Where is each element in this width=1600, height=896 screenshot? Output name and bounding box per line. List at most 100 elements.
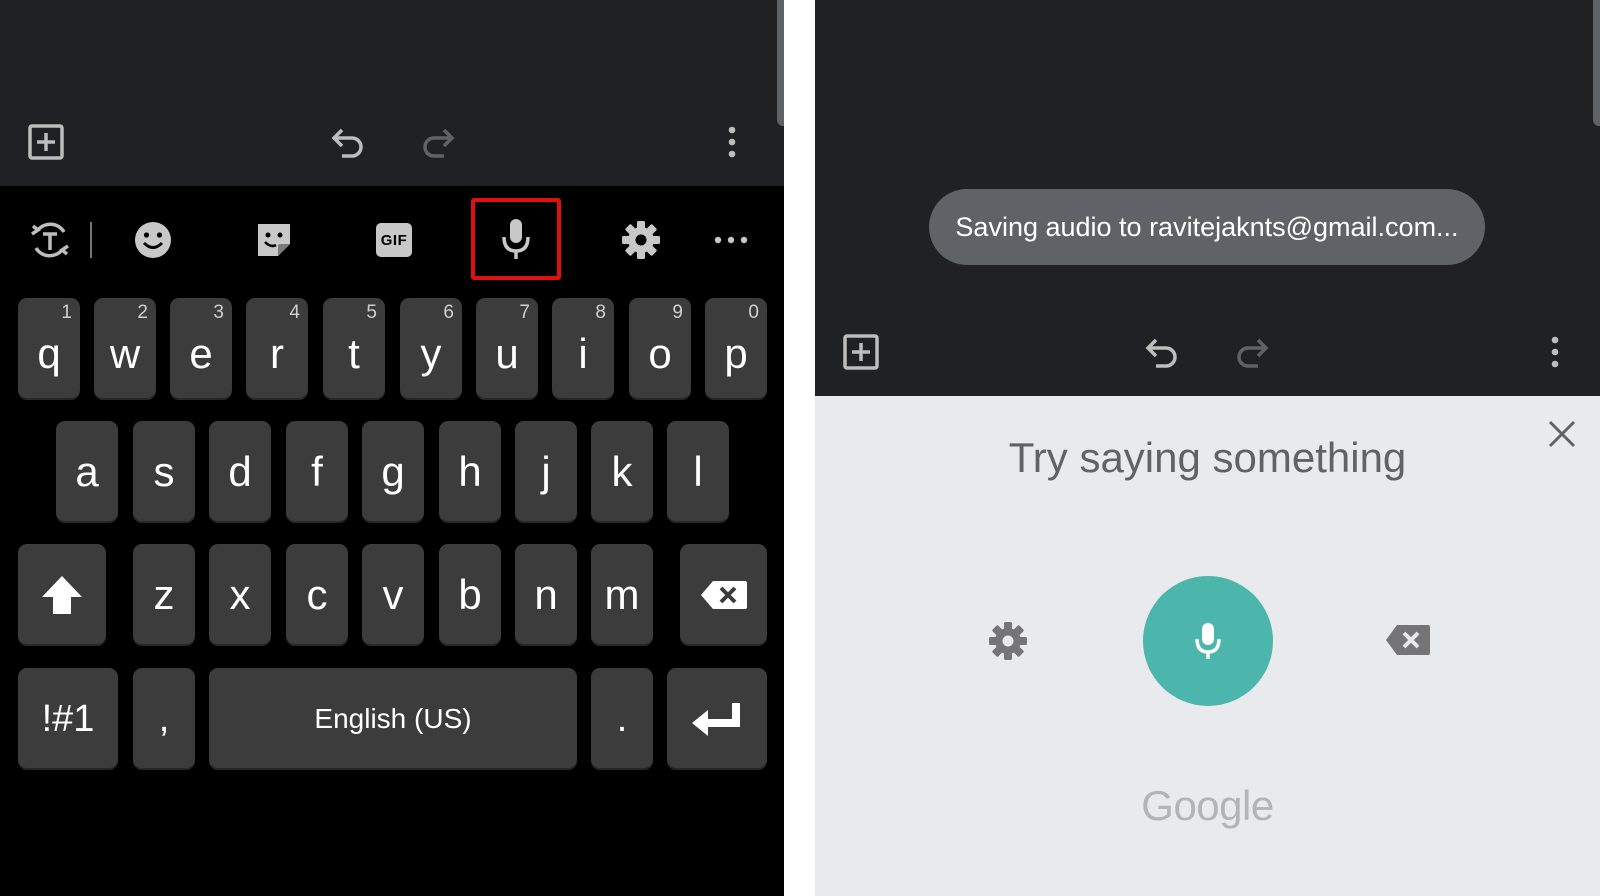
comma-key-label: , — [158, 697, 170, 740]
more-vert-icon[interactable] — [1543, 330, 1567, 374]
key-number: 0 — [748, 302, 759, 323]
key-letter: q — [37, 330, 61, 377]
key-number: 3 — [213, 302, 224, 323]
key-letter: c — [306, 571, 328, 618]
key-w[interactable]: 2w — [94, 298, 156, 400]
symbols-key-label: !#1 — [41, 697, 95, 740]
key-g[interactable]: g — [362, 421, 424, 523]
key-number: 4 — [289, 302, 300, 323]
settings-icon[interactable] — [603, 202, 679, 278]
settings-icon[interactable] — [985, 618, 1031, 664]
key-q[interactable]: 1q — [18, 298, 80, 400]
enter-key[interactable] — [667, 668, 767, 770]
more-vert-icon[interactable] — [720, 120, 744, 164]
key-f[interactable]: f — [286, 421, 348, 523]
undo-icon[interactable] — [1140, 330, 1184, 374]
redo-icon[interactable] — [1230, 330, 1274, 374]
emoji-icon[interactable] — [115, 202, 191, 278]
key-x[interactable]: x — [209, 544, 271, 646]
scrollbar[interactable] — [777, 0, 784, 126]
scrollbar[interactable] — [1593, 0, 1600, 126]
redo-icon[interactable] — [416, 120, 460, 164]
mic-icon — [502, 219, 530, 259]
key-r[interactable]: 4r — [246, 298, 308, 400]
key-letter: o — [648, 330, 672, 377]
key-number: 1 — [61, 302, 72, 323]
key-letter: y — [420, 330, 442, 377]
key-letter: w — [109, 330, 141, 377]
key-letter: k — [611, 448, 633, 495]
key-letter: n — [534, 571, 558, 618]
key-o[interactable]: 9o — [629, 298, 691, 400]
keyboard-toolbar: GIF — [0, 186, 784, 294]
key-y[interactable]: 6y — [400, 298, 462, 400]
key-p[interactable]: 0p — [705, 298, 767, 400]
voice-prompt: Try saying something — [1008, 434, 1407, 481]
key-j[interactable]: j — [515, 421, 577, 523]
gif-label: GIF — [376, 223, 412, 257]
period-key[interactable]: . — [591, 668, 653, 770]
shift-icon — [42, 576, 82, 614]
key-m[interactable]: m — [591, 544, 653, 646]
backspace-icon — [700, 581, 747, 609]
shift-key[interactable] — [18, 544, 106, 646]
translate-icon[interactable] — [12, 202, 88, 278]
key-number: 2 — [137, 302, 148, 323]
key-t[interactable]: 5t — [323, 298, 385, 400]
key-letter: h — [458, 448, 482, 495]
key-k[interactable]: k — [591, 421, 653, 523]
key-letter: t — [348, 330, 360, 377]
gif-button[interactable]: GIF — [356, 202, 432, 278]
key-h[interactable]: h — [439, 421, 501, 523]
mic-button-highlighted[interactable] — [471, 198, 561, 280]
voice-mic-button[interactable] — [1143, 576, 1273, 706]
backspace-icon[interactable] — [1383, 620, 1433, 660]
key-letter: r — [270, 330, 284, 377]
key-letter: i — [578, 330, 588, 377]
mic-icon — [1195, 623, 1221, 659]
editor-toolbar — [0, 0, 784, 186]
key-number: 7 — [519, 302, 530, 323]
key-letter: z — [153, 571, 175, 618]
symbols-key[interactable]: !#1 — [18, 668, 118, 770]
key-letter: j — [541, 448, 551, 495]
key-c[interactable]: c — [286, 544, 348, 646]
key-s[interactable]: s — [133, 421, 195, 523]
add-box-icon[interactable] — [839, 330, 883, 374]
key-number: 5 — [366, 302, 377, 323]
voice-input-panel: Try saying something Google — [815, 396, 1600, 896]
more-horiz-icon[interactable] — [693, 202, 769, 278]
key-e[interactable]: 3e — [170, 298, 232, 400]
key-u[interactable]: 7u — [476, 298, 538, 400]
key-i[interactable]: 8i — [552, 298, 614, 400]
comma-key[interactable]: , — [133, 668, 195, 770]
add-box-icon[interactable] — [24, 120, 68, 164]
key-letter: b — [458, 571, 482, 618]
key-number: 8 — [595, 302, 606, 323]
key-letter: u — [495, 330, 519, 377]
undo-icon[interactable] — [326, 120, 370, 164]
period-key-label: . — [616, 697, 628, 740]
space-key-label: English (US) — [314, 703, 472, 734]
backspace-key[interactable] — [680, 544, 767, 646]
key-letter: e — [189, 330, 213, 377]
key-d[interactable]: d — [209, 421, 271, 523]
key-z[interactable]: z — [133, 544, 195, 646]
key-b[interactable]: b — [439, 544, 501, 646]
sticker-icon[interactable] — [236, 202, 312, 278]
key-v[interactable]: v — [362, 544, 424, 646]
key-l[interactable]: l — [667, 421, 729, 523]
key-a[interactable]: a — [56, 421, 118, 523]
divider — [90, 222, 92, 258]
right-panel-voice-input: Saving audio to ravitejaknts@gmail.com..… — [815, 0, 1600, 896]
left-panel-keyboard: GIF 1q 2w 3e 4r 5t 6y 7u 8i 9o 0p a s d … — [0, 0, 784, 896]
key-number: 6 — [443, 302, 454, 323]
key-letter: p — [724, 330, 748, 377]
space-key[interactable]: English (US) — [209, 668, 577, 770]
saving-audio-toast: Saving audio to ravitejaknts@gmail.com..… — [929, 189, 1485, 265]
key-number: 9 — [672, 302, 683, 323]
key-letter: s — [153, 448, 175, 495]
key-n[interactable]: n — [515, 544, 577, 646]
editor-area: Saving audio to ravitejaknts@gmail.com..… — [815, 0, 1600, 396]
key-letter: a — [75, 448, 99, 495]
